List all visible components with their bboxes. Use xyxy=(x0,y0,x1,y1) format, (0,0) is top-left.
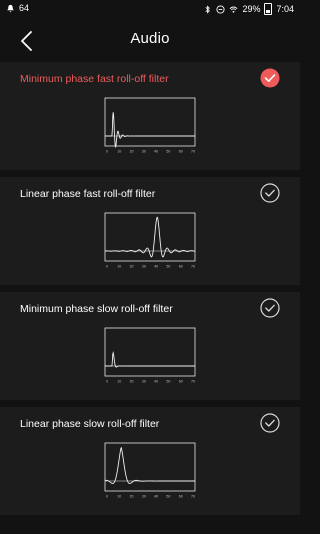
graph-tick-label: 10 xyxy=(117,380,121,384)
status-left: 64 xyxy=(6,3,29,13)
impulse-waveform xyxy=(104,446,195,484)
graph-tick-label: 20 xyxy=(130,380,134,384)
graph-tick-label: 40 xyxy=(154,265,158,269)
filter-option-lin-phase-slow[interactable]: Linear phase slow roll-off filter 0 10 20 3… xyxy=(0,407,300,515)
graph-tick-label: 20 xyxy=(130,150,134,154)
graph-frame xyxy=(104,442,196,492)
graph-tick-label: 0 xyxy=(106,495,108,499)
battery-icon xyxy=(264,3,273,15)
graph-tick-label: 30 xyxy=(142,495,146,499)
graph-tick-label: 70 xyxy=(191,150,195,154)
check-icon[interactable] xyxy=(260,183,280,203)
graph-tick-label: 0 xyxy=(106,265,108,269)
graph-tick-label: 0 xyxy=(106,380,108,384)
wifi-icon xyxy=(230,6,238,13)
filter-option-min-phase-slow[interactable]: Minimum phase slow roll-off filter 0 10 20… xyxy=(0,292,300,400)
dnd-icon xyxy=(216,4,226,14)
impulse-response-graph: 0 10 20 30 40 50 60 70 xyxy=(104,327,196,384)
graph-tick-label: 50 xyxy=(166,380,170,384)
bluetooth-icon xyxy=(205,4,211,14)
impulse-response-graph: 0 10 20 30 40 50 60 70 xyxy=(104,212,196,269)
status-bar: 64 29% 7:04 xyxy=(0,0,300,18)
graph-tick-label: 40 xyxy=(154,495,158,499)
battery-percent: 29% xyxy=(242,4,261,14)
graph-tick-label: 50 xyxy=(166,265,170,269)
graph-tick-label: 50 xyxy=(166,495,170,499)
graph-tick-label: 30 xyxy=(142,265,146,269)
graph-tick-label: 10 xyxy=(117,150,121,154)
graph-frame xyxy=(104,327,196,377)
graph-tick-label: 30 xyxy=(142,380,146,384)
graph-tick-label: 60 xyxy=(179,265,183,269)
filter-option-lin-phase-fast[interactable]: Linear phase fast roll-off filter 0 10 20 3… xyxy=(0,177,300,285)
graph-tick-label: 40 xyxy=(154,150,158,154)
status-right: 29% 7:04 xyxy=(203,3,294,15)
notification-count: 64 xyxy=(19,3,30,13)
graph-tick-label: 10 xyxy=(117,495,121,499)
impulse-waveform xyxy=(105,351,195,368)
impulse-waveform xyxy=(105,112,195,149)
check-icon[interactable] xyxy=(260,413,280,433)
check-icon[interactable] xyxy=(260,298,280,318)
filter-label: Linear phase slow roll-off filter xyxy=(20,418,160,430)
graph-tick-label: 20 xyxy=(130,265,134,269)
app-header: Audio xyxy=(0,18,300,62)
graph-tick-label: 30 xyxy=(142,150,146,154)
graph-tick-label: 70 xyxy=(191,495,195,499)
impulse-response-graph: 0 10 20 30 40 50 60 70 xyxy=(104,97,196,154)
graph-tick-label: 50 xyxy=(166,150,170,154)
checked-icon[interactable] xyxy=(260,68,280,88)
notification-icon xyxy=(7,4,14,13)
graph-tick-label: 60 xyxy=(179,495,183,499)
page-title: Audio xyxy=(130,30,170,47)
filter-option-min-phase-fast[interactable]: Minimum phase fast roll-off filter 0 10 20… xyxy=(0,62,300,170)
graph-tick-label: 70 xyxy=(191,380,195,384)
graph-tick-label: 20 xyxy=(130,495,134,499)
impulse-response-graph: 0 10 20 30 40 50 60 70 xyxy=(104,442,196,499)
graph-tick-label: 60 xyxy=(179,380,183,384)
filter-label: Linear phase fast roll-off filter xyxy=(20,188,156,200)
graph-tick-label: 10 xyxy=(117,265,121,269)
graph-tick-label: 70 xyxy=(191,265,195,269)
graph-tick-label: 60 xyxy=(179,150,183,154)
graph-frame xyxy=(104,97,196,147)
filter-label: Minimum phase slow roll-off filter xyxy=(20,303,173,315)
filter-label: Minimum phase fast roll-off filter xyxy=(20,73,169,85)
graph-tick-label: 0 xyxy=(106,150,108,154)
graph-tick-label: 40 xyxy=(154,380,158,384)
clock: 7:04 xyxy=(276,4,294,14)
